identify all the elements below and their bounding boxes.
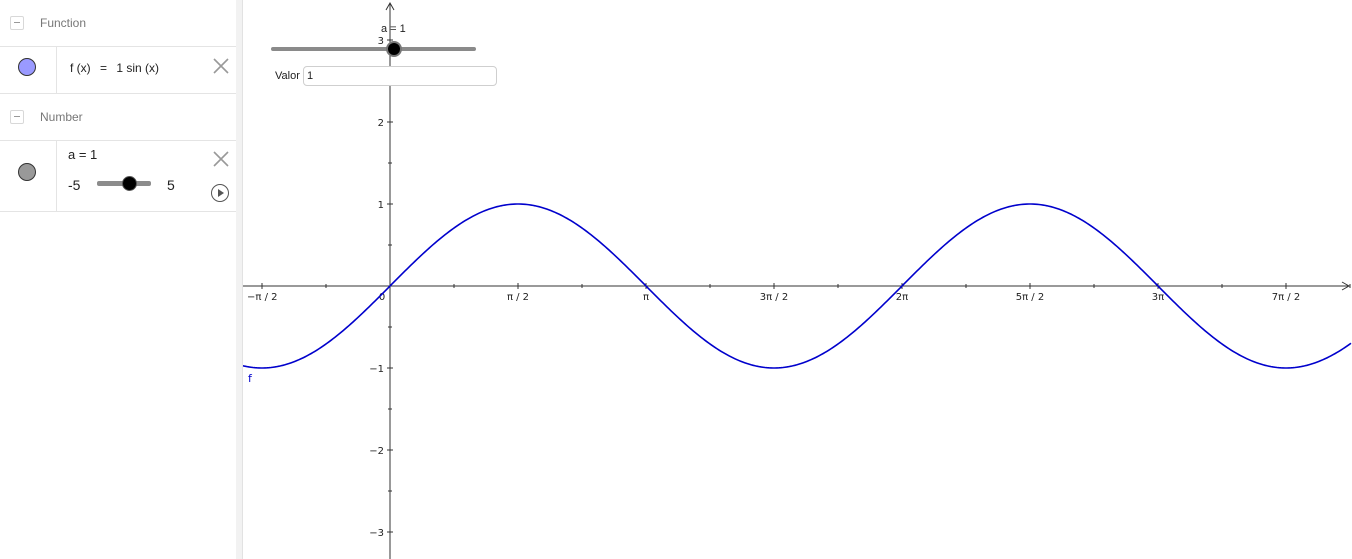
graphics-view[interactable]: −π / 20π / 2 π 3π / 2 2π 5π / 2 3π 7π / 2 3 2 1 −1… (243, 0, 1352, 559)
x-tick-label: π / 2 (507, 292, 529, 303)
valor-input[interactable] (303, 66, 497, 86)
algebra-slider-thumb[interactable] (121, 176, 137, 191)
play-animation-icon[interactable] (211, 184, 229, 202)
function-definition[interactable]: f (x) = 1 sin (x) (70, 61, 159, 75)
axes (243, 1, 1351, 559)
function-group-header[interactable]: Function (0, 0, 236, 47)
algebra-view: Function f (x) = 1 sin (x) Number a = 1 … (0, 0, 237, 559)
y-tick-label: −1 (369, 364, 384, 375)
x-tick-label: 5π / 2 (1016, 292, 1044, 303)
input-label: Valor (275, 70, 300, 82)
function-label: f (248, 372, 253, 385)
function-item-row[interactable]: f (x) = 1 sin (x) (0, 46, 236, 94)
graphics-slider-thumb[interactable] (386, 41, 402, 57)
x-tick-label: 2π (896, 292, 908, 303)
y-tick-label: −3 (369, 528, 384, 539)
x-tick-label: 3π (1152, 292, 1164, 303)
x-tick-label: π (643, 292, 649, 303)
number-item-row[interactable]: a = 1 -5 5 (0, 140, 236, 212)
x-tick-label: −π / 2 (247, 292, 278, 303)
visibility-toggle-icon[interactable] (18, 163, 36, 181)
slider-min-label: -5 (68, 177, 81, 193)
graphics-slider-track[interactable] (271, 47, 476, 51)
collapse-minus-icon[interactable] (10, 16, 24, 30)
x-tick-label: 7π / 2 (1272, 292, 1300, 303)
collapse-minus-icon[interactable] (10, 110, 24, 124)
y-tick-label: 3 (378, 36, 384, 47)
function-group-label: Function (40, 16, 87, 30)
slider-max-label: 5 (167, 177, 175, 193)
number-group-header[interactable]: Number (0, 94, 236, 141)
y-tick-label: −2 (369, 446, 384, 457)
number-definition[interactable]: a = 1 (68, 147, 97, 162)
view-splitter[interactable] (236, 0, 243, 559)
slider-caption: a = 1 (381, 23, 406, 35)
y-tick-label: 1 (378, 200, 384, 211)
number-group-label: Number (40, 110, 83, 124)
close-icon[interactable] (212, 57, 230, 75)
close-icon[interactable] (212, 150, 230, 168)
ticks: −π / 20π / 2 π 3π / 2 2π 5π / 2 3π 7π / 2321−1… (247, 36, 1351, 539)
function-prefix: f (x) (70, 61, 91, 75)
x-tick-label: 3π / 2 (760, 292, 788, 303)
visibility-toggle-icon[interactable] (18, 58, 36, 76)
function-expression: 1 sin (x) (116, 61, 160, 75)
equals-sign: = (100, 61, 108, 75)
marble-cell (0, 140, 57, 211)
y-tick-label: 2 (378, 118, 384, 129)
marble-cell (0, 46, 57, 93)
